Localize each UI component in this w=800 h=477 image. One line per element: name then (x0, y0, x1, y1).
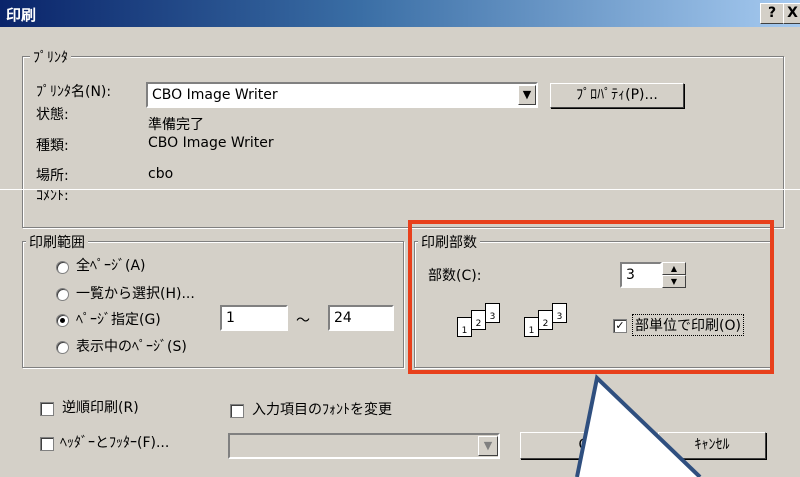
highlight-box (408, 220, 774, 374)
annotation-overlay (408, 220, 774, 477)
